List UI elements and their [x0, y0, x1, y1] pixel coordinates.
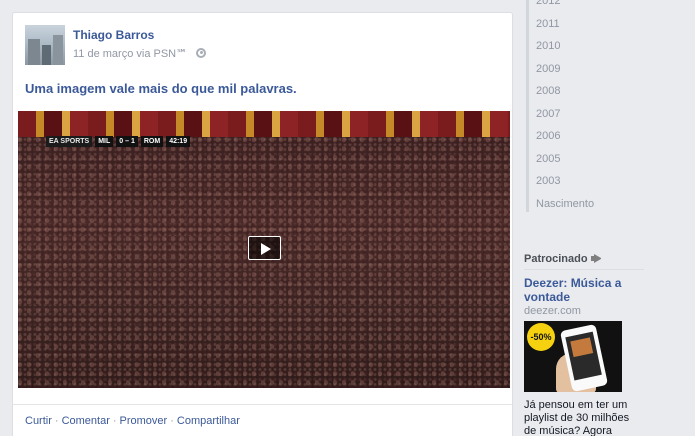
- scorebug-brand: EA SPORTS: [46, 136, 93, 147]
- separator: ·: [170, 415, 174, 427]
- timeline-year-2010[interactable]: 2010: [529, 35, 646, 58]
- ad-image[interactable]: -50%: [524, 321, 622, 392]
- like-link[interactable]: Curtir: [25, 415, 52, 427]
- scorebug-home: MIL: [95, 136, 114, 147]
- post-meta: 11 de março via PSN℠: [73, 47, 207, 60]
- separator: ·: [54, 415, 59, 427]
- timeline-year-2005[interactable]: 2005: [529, 148, 646, 171]
- globe-icon[interactable]: [196, 48, 207, 58]
- video-crowd: [18, 137, 510, 388]
- discount-badge: -50%: [527, 323, 555, 351]
- author-name[interactable]: Thiago Barros: [73, 28, 154, 42]
- timeline-year-2009[interactable]: 2009: [529, 58, 646, 81]
- comment-link[interactable]: Comentar: [62, 415, 110, 427]
- avatar-building: [53, 35, 63, 65]
- timeline-post: Thiago Barros 11 de março via PSN℠ Uma i…: [12, 12, 513, 436]
- scorebug-away: ROM: [140, 136, 164, 147]
- scorebug: EA SPORTS MIL 0 – 1 ROM 42:19: [46, 136, 191, 147]
- post-actions-bar: Curtir · Comentar · Promover · Compartilhar: [13, 404, 512, 436]
- scorebug-score: 0 – 1: [116, 136, 138, 147]
- post-text: Uma imagem vale mais do que mil palavras…: [25, 81, 297, 96]
- ad-domain: deezer.com: [524, 305, 581, 317]
- separator: ·: [112, 415, 117, 427]
- avatar-building: [42, 45, 51, 65]
- post-timestamp[interactable]: 11 de março via PSN℠: [73, 48, 187, 60]
- video-banner: [18, 111, 510, 137]
- timeline-year-2011[interactable]: 2011: [529, 13, 646, 36]
- share-link[interactable]: Compartilhar: [177, 415, 240, 427]
- sponsored-title: Patrocinado: [524, 253, 588, 265]
- post-actions: Curtir · Comentar · Promover · Compartilhar: [25, 415, 240, 427]
- avatar[interactable]: [25, 25, 65, 65]
- promote-link[interactable]: Promover: [120, 415, 168, 427]
- scorebug-clock: 42:19: [166, 136, 191, 147]
- play-button[interactable]: [248, 236, 281, 260]
- ad-text: Já pensou em ter um playlist de 30 milhõ…: [524, 399, 630, 436]
- timeline-year-birth[interactable]: Nascimento: [529, 193, 646, 216]
- timeline-nav: 2012 2011 2010 2009 2008 2007 2006 2005 …: [526, 0, 646, 212]
- megaphone-icon: [590, 254, 602, 263]
- ad-title[interactable]: Deezer: Música a vontade: [524, 276, 644, 304]
- timeline-year-2012[interactable]: 2012: [529, 0, 646, 13]
- post-header: Thiago Barros 11 de março via PSN℠: [25, 25, 495, 65]
- timeline-year-2006[interactable]: 2006: [529, 125, 646, 148]
- timeline-year-2003[interactable]: 2003: [529, 170, 646, 193]
- avatar-building: [28, 39, 40, 65]
- sponsored-section: Patrocinado Deezer: Música a vontade dee…: [524, 248, 644, 436]
- play-icon: [261, 243, 271, 255]
- sponsored-heading: Patrocinado: [524, 248, 644, 270]
- timeline-year-2008[interactable]: 2008: [529, 80, 646, 103]
- timeline-year-2007[interactable]: 2007: [529, 103, 646, 126]
- video-player[interactable]: EA SPORTS MIL 0 – 1 ROM 42:19: [18, 111, 510, 388]
